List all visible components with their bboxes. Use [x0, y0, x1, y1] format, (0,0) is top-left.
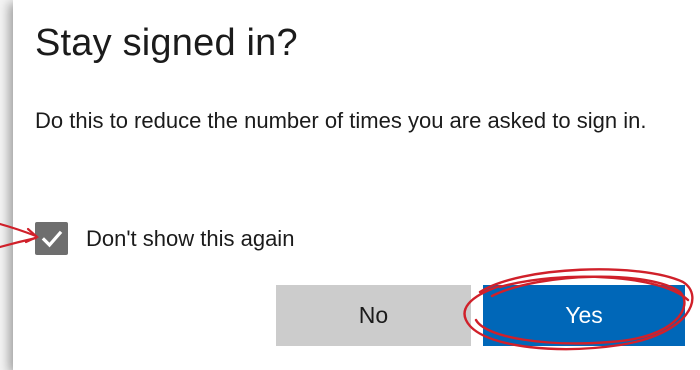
- stay-signed-in-dialog: Stay signed in? Do this to reduce the nu…: [13, 0, 700, 370]
- yes-button[interactable]: Yes: [483, 285, 685, 346]
- no-button[interactable]: No: [276, 285, 471, 346]
- checkmark-icon: [41, 230, 62, 247]
- dont-show-again-checkbox[interactable]: [35, 222, 68, 255]
- dialog-title: Stay signed in?: [35, 22, 298, 64]
- dont-show-again-label: Don't show this again: [86, 225, 295, 251]
- dont-show-again-row[interactable]: Don't show this again: [35, 222, 294, 255]
- dialog-description: Do this to reduce the number of times yo…: [35, 108, 647, 133]
